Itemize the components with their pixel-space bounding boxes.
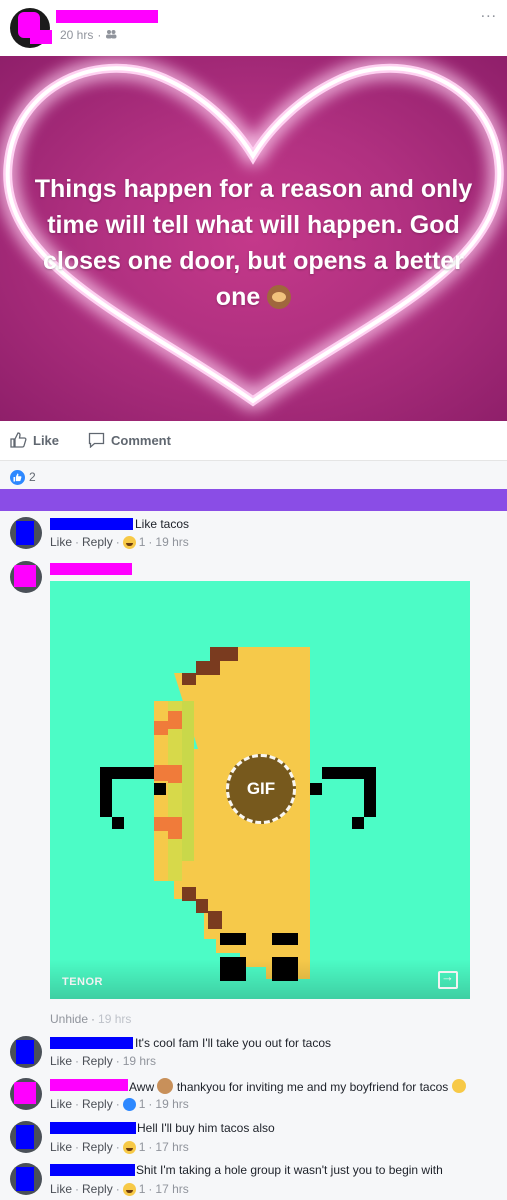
meta-dot: · <box>148 535 153 549</box>
post-actions-bar: Like Comment <box>0 421 507 461</box>
comment-time[interactable]: 17 hrs <box>155 1182 188 1196</box>
comment-text: Hell I'll buy him tacos also <box>137 1121 275 1135</box>
like-button[interactable]: Like <box>10 432 59 448</box>
commenter-avatar[interactable] <box>10 1121 42 1153</box>
commenter-name-redacted[interactable] <box>50 1164 135 1176</box>
comment-meta: Like · Reply · 19 hrs <box>50 1054 156 1068</box>
reaction-count: 2 <box>29 470 36 484</box>
commenter-avatar[interactable] <box>10 1078 42 1110</box>
meta-dot: · <box>115 1054 120 1068</box>
comment-reaction-count: 1 <box>138 1140 146 1154</box>
comment-like-link[interactable]: Like <box>50 1054 72 1068</box>
commenter-avatar[interactable] <box>10 1036 42 1068</box>
quote-card: Things happen for a reason and only time… <box>0 56 507 421</box>
comment-text: Shit I'm taking a hole group it wasn't j… <box>136 1163 443 1177</box>
comment-time[interactable]: 17 hrs <box>155 1140 188 1154</box>
commenter-name-redacted[interactable] <box>50 518 133 530</box>
commenter-avatar[interactable] <box>10 561 42 593</box>
meta-dot: · <box>115 1182 120 1196</box>
comment-like-link[interactable]: Like <box>50 1097 72 1111</box>
meta-dot: · <box>148 1140 153 1154</box>
like-reaction-icon <box>10 470 25 485</box>
like-reaction-icon <box>122 1097 136 1111</box>
tenor-label[interactable]: TENOR <box>62 976 103 988</box>
comment-bubble-icon <box>88 432 105 448</box>
comment-text-a: Aww <box>129 1080 155 1094</box>
comment-meta: Like · Reply · 1 · 17 hrs <box>50 1140 189 1154</box>
friends-icon <box>105 28 117 42</box>
comment-text: It's cool fam I'll take you out for taco… <box>135 1036 332 1050</box>
author-avatar-redaction <box>30 30 52 44</box>
quote-text: Things happen for a reason and only time… <box>20 171 487 315</box>
commenter-avatar[interactable] <box>10 517 42 549</box>
more-options-icon[interactable]: ... <box>481 4 497 22</box>
post-meta: 20 hrs · <box>60 28 117 42</box>
smile-emoji-icon <box>451 1079 466 1093</box>
meta-dot: · <box>75 1182 80 1196</box>
commenter-name-redacted[interactable] <box>50 1079 128 1091</box>
comment-meta: Like · Reply · 1 · 17 hrs <box>50 1182 189 1196</box>
meta-dot: · <box>75 1054 80 1068</box>
unhide-link[interactable]: Unhide <box>50 1012 88 1026</box>
author-name-redacted[interactable] <box>56 10 158 23</box>
post-time[interactable]: 20 hrs <box>60 28 93 42</box>
comment-button[interactable]: Comment <box>88 432 171 448</box>
meta-dot: · <box>115 535 120 549</box>
comment-text: Aww thankyou for inviting me and my boyf… <box>129 1078 466 1094</box>
meta-dot: · <box>115 1140 120 1154</box>
comment-time[interactable]: 19 hrs <box>123 1054 156 1068</box>
like-label: Like <box>33 432 60 448</box>
comment-meta: Like · Reply · 1 · 19 hrs <box>50 1097 189 1111</box>
meta-dot: · <box>75 535 80 549</box>
thumbs-up-icon <box>10 432 27 448</box>
comment-reaction-count: 1 <box>138 1097 146 1111</box>
comment-text: Like tacos <box>135 517 190 531</box>
reactions-row[interactable]: 2 <box>0 461 507 489</box>
comment-meta: Like · Reply · 1 · 19 hrs <box>50 535 189 549</box>
comment-like-link[interactable]: Like <box>50 1140 72 1154</box>
divider-bar <box>0 489 507 511</box>
meta-dot: · <box>75 1097 80 1111</box>
quote-text-content: Things happen for a reason and only time… <box>34 175 473 311</box>
meta-dot: · <box>75 1140 80 1154</box>
comment-reply-link[interactable]: Reply <box>82 1097 113 1111</box>
comment-label: Comment <box>111 432 171 448</box>
haha-reaction-icon <box>122 535 136 549</box>
gif-play-button[interactable]: GIF <box>226 754 296 824</box>
taco-gif[interactable]: GIF TENOR <box>50 581 470 999</box>
meta-separator: · <box>97 28 102 42</box>
comment-like-link[interactable]: Like <box>50 535 72 549</box>
face-emoji-icon <box>157 1078 174 1094</box>
meta-dot: · <box>91 1012 96 1026</box>
post-header: 20 hrs · ... <box>0 0 507 56</box>
comment-reply-link[interactable]: Reply <box>82 1054 113 1068</box>
meta-dot: · <box>148 1097 153 1111</box>
comment-like-link[interactable]: Like <box>50 1182 72 1196</box>
expand-icon[interactable] <box>438 969 458 989</box>
comment-time[interactable]: 19 hrs <box>98 1012 131 1026</box>
commenter-name-redacted[interactable] <box>50 1037 133 1049</box>
comment-reply-link[interactable]: Reply <box>82 1140 113 1154</box>
haha-reaction-icon <box>122 1140 136 1154</box>
comment-reaction-count: 1 <box>138 1182 146 1196</box>
commenter-name-redacted[interactable] <box>50 1122 136 1134</box>
comment-reply-link[interactable]: Reply <box>82 535 113 549</box>
comment-time[interactable]: 19 hrs <box>155 1097 188 1111</box>
meta-dot: · <box>115 1097 120 1111</box>
see-no-evil-monkey-icon <box>267 285 292 309</box>
commenter-name-redacted[interactable] <box>50 563 132 575</box>
comment-time[interactable]: 19 hrs <box>155 535 188 549</box>
comment-reply-link[interactable]: Reply <box>82 1182 113 1196</box>
comment-text-b: thankyou for inviting me and my boyfrien… <box>176 1080 449 1094</box>
gif-footer <box>50 959 470 999</box>
comment-meta: Unhide · 19 hrs <box>50 1012 131 1026</box>
commenter-avatar[interactable] <box>10 1163 42 1195</box>
haha-reaction-icon <box>122 1182 136 1196</box>
comment-reaction-count: 1 <box>138 535 146 549</box>
meta-dot: · <box>148 1182 153 1196</box>
